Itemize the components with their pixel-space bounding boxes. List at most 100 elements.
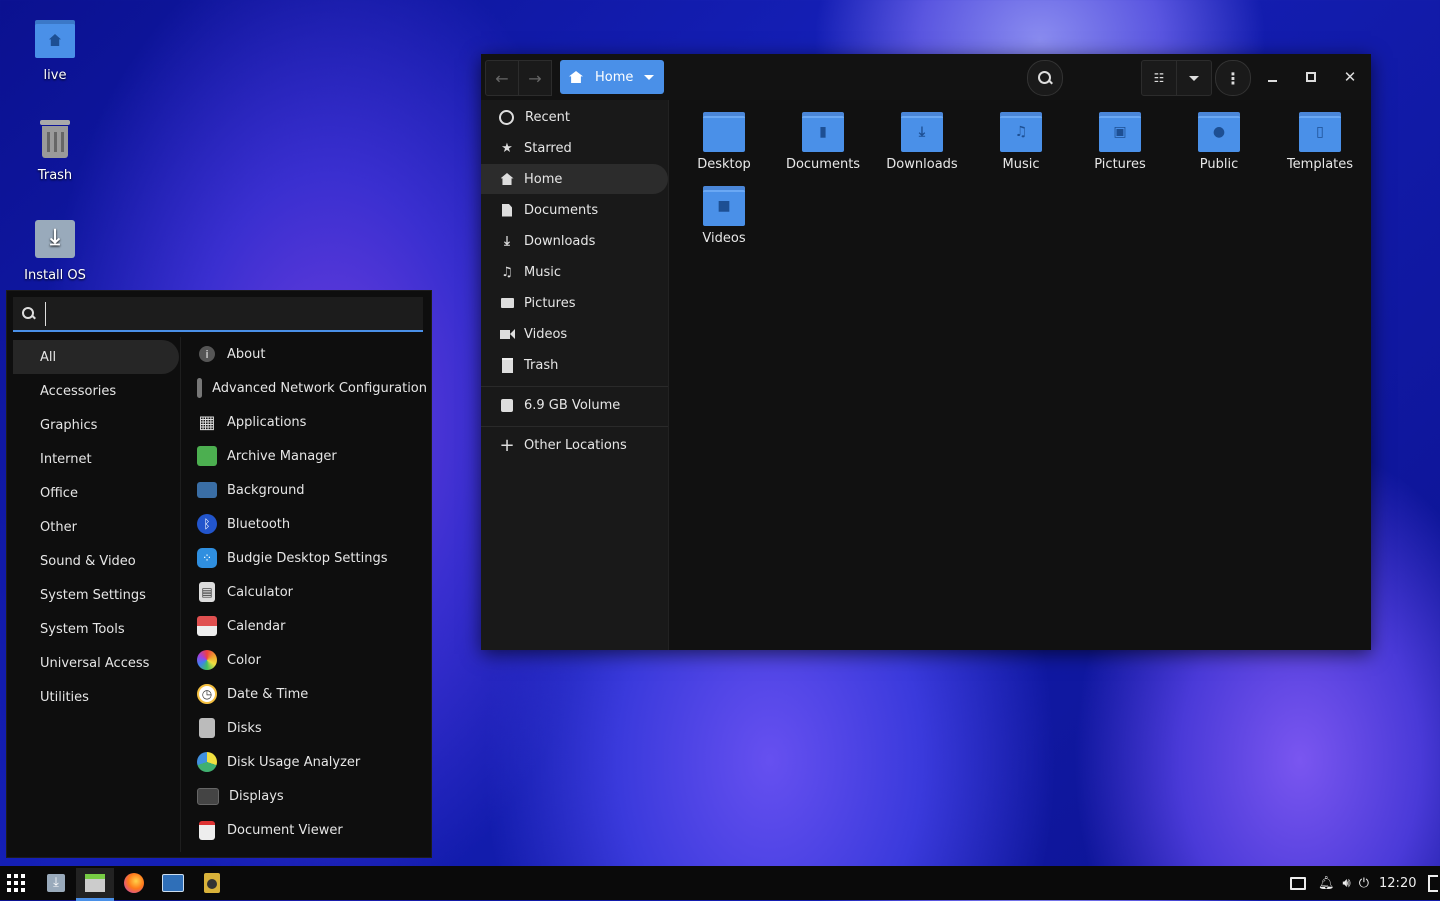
back-button[interactable]: ←	[485, 60, 519, 96]
sidebar-item-label: Trash	[524, 357, 559, 373]
notification-area-icon[interactable]	[1290, 876, 1306, 890]
sidebar-item-documents[interactable]: Documents	[481, 195, 668, 225]
chevron-down-icon[interactable]	[644, 74, 654, 80]
app-calendar[interactable]: Calendar	[197, 609, 427, 643]
sidebar-item-label: 6.9 GB Volume	[524, 397, 621, 413]
folder-label: Videos	[702, 231, 746, 246]
app-label: Archive Manager	[227, 448, 337, 464]
app-budgie-desktop-settings[interactable]: ⁘ Budgie Desktop Settings	[197, 541, 427, 575]
folder-label: Music	[1002, 157, 1040, 172]
sidebar-item-label: Documents	[524, 202, 599, 218]
maximize-button[interactable]	[1296, 60, 1326, 94]
category-universal-access[interactable]: Universal Access	[13, 646, 179, 680]
sidebar-item-music[interactable]: ♫ Music	[481, 257, 668, 287]
app-calculator[interactable]: ▤ Calculator	[197, 575, 427, 609]
taskbar-firefox[interactable]	[115, 869, 153, 897]
category-office[interactable]: Office	[13, 476, 179, 510]
volume-icon[interactable]: 🔊︎	[1343, 876, 1351, 891]
category-other[interactable]: Other	[13, 510, 179, 544]
desktop-icon-install-os[interactable]: ⤓ Install OS	[14, 218, 96, 283]
category-accessories[interactable]: Accessories	[13, 374, 179, 408]
forward-button[interactable]: →	[518, 60, 552, 96]
app-document-viewer[interactable]: Document Viewer	[197, 813, 427, 847]
app-color[interactable]: Color	[197, 643, 427, 677]
app-displays[interactable]: Displays	[197, 779, 427, 813]
category-graphics[interactable]: Graphics	[13, 408, 179, 442]
settings-icon	[162, 874, 184, 892]
bell-icon[interactable]: 🔔︎	[1318, 876, 1335, 891]
close-button[interactable]: ✕	[1335, 60, 1365, 94]
clock-icon	[499, 109, 514, 125]
app-label: Disk Usage Analyzer	[227, 754, 361, 770]
view-options-button[interactable]	[1176, 60, 1212, 96]
app-date-time[interactable]: ◷ Date & Time	[197, 677, 427, 711]
folder-downloads[interactable]: ⤓ Downloads	[877, 112, 967, 172]
folder-public[interactable]: ● Public	[1174, 112, 1264, 172]
menu-search-box[interactable]	[13, 297, 423, 332]
sidebar-item-other-locations[interactable]: + Other Locations	[481, 430, 668, 460]
app-disks[interactable]: Disks	[197, 711, 427, 745]
sidebar-item-downloads[interactable]: ⤓ Downloads	[481, 226, 668, 256]
view-list-button[interactable]: ☷	[1141, 60, 1177, 96]
app-label: About	[227, 346, 266, 362]
sidebar-item-starred[interactable]: ★ Starred	[481, 133, 668, 163]
taskbar-install-os[interactable]: ⤓	[37, 869, 75, 897]
application-menu: All Accessories Graphics Internet Office…	[6, 290, 432, 858]
viewer-icon	[199, 820, 215, 840]
desktop-icon-live[interactable]: live	[14, 18, 96, 83]
folder-pictures[interactable]: ▣ Pictures	[1075, 112, 1165, 172]
category-system-settings[interactable]: System Settings	[13, 578, 179, 612]
folder-label: Pictures	[1094, 157, 1146, 172]
app-label: Displays	[229, 788, 284, 804]
picture-icon	[499, 295, 515, 311]
category-sound-video[interactable]: Sound & Video	[13, 544, 179, 578]
app-archive-manager[interactable]: Archive Manager	[197, 439, 427, 473]
desktop-icon-trash[interactable]: Trash	[14, 118, 96, 183]
app-applications[interactable]: ▦ Applications	[197, 405, 427, 439]
clock[interactable]: 12:20	[1379, 876, 1416, 891]
file-manager-icon	[85, 874, 105, 892]
trash-icon	[33, 118, 77, 162]
file-manager-window: ← → Home ☷ ⋮ ✕ Recent ★ Starred Home Docu…	[481, 54, 1371, 650]
app-about[interactable]: i About	[197, 337, 427, 371]
list-view-icon: ☷	[1153, 71, 1165, 85]
folder-desktop[interactable]: Desktop	[679, 112, 769, 172]
app-background[interactable]: Background	[197, 473, 427, 507]
app-label: Budgie Desktop Settings	[227, 550, 388, 566]
app-label: Bluetooth	[227, 516, 291, 532]
location-home-button[interactable]: Home	[560, 60, 664, 94]
folder-documents[interactable]: ▮ Documents	[778, 112, 868, 172]
calendar-icon	[197, 616, 217, 636]
taskbar-audio-player[interactable]	[193, 869, 231, 897]
pie-icon	[197, 752, 217, 772]
taskbar-settings[interactable]	[154, 869, 192, 897]
app-advanced-network-configuration[interactable]: Advanced Network Configuration	[197, 371, 427, 405]
folder-templates[interactable]: ▯ Templates	[1275, 112, 1365, 172]
display-icon	[197, 787, 219, 805]
folder-videos[interactable]: ■ Videos	[679, 186, 769, 246]
menu-button[interactable]: ⋮	[1215, 60, 1251, 96]
sidebar-item-recent[interactable]: Recent	[481, 102, 668, 132]
sidebar-toggle-icon[interactable]	[1428, 874, 1439, 892]
menu-search-input[interactable]	[45, 302, 410, 326]
sidebar-item-videos[interactable]: Videos	[481, 319, 668, 349]
sidebar-item-trash[interactable]: Trash	[481, 350, 668, 380]
category-all[interactable]: All	[13, 340, 179, 374]
category-internet[interactable]: Internet	[13, 442, 179, 476]
app-disk-usage-analyzer[interactable]: Disk Usage Analyzer	[197, 745, 427, 779]
sidebar-item-home[interactable]: Home	[481, 164, 668, 194]
app-menu-button[interactable]	[4, 871, 28, 895]
folder-music[interactable]: ♫ Music	[976, 112, 1066, 172]
power-icon[interactable]: ⏻	[1359, 876, 1369, 891]
taskbar-file-manager[interactable]	[76, 868, 114, 901]
sidebar-item-pictures[interactable]: Pictures	[481, 288, 668, 318]
sidebar-item-volume[interactable]: 6.9 GB Volume	[481, 390, 668, 420]
search-button[interactable]	[1027, 60, 1063, 96]
maximize-icon	[1306, 72, 1316, 82]
plus-icon: +	[499, 434, 515, 456]
app-bluetooth[interactable]: ᛒ Bluetooth	[197, 507, 427, 541]
category-utilities[interactable]: Utilities	[13, 680, 179, 714]
minimize-button[interactable]	[1257, 60, 1287, 94]
category-system-tools[interactable]: System Tools	[13, 612, 179, 646]
firefox-icon	[124, 873, 144, 893]
